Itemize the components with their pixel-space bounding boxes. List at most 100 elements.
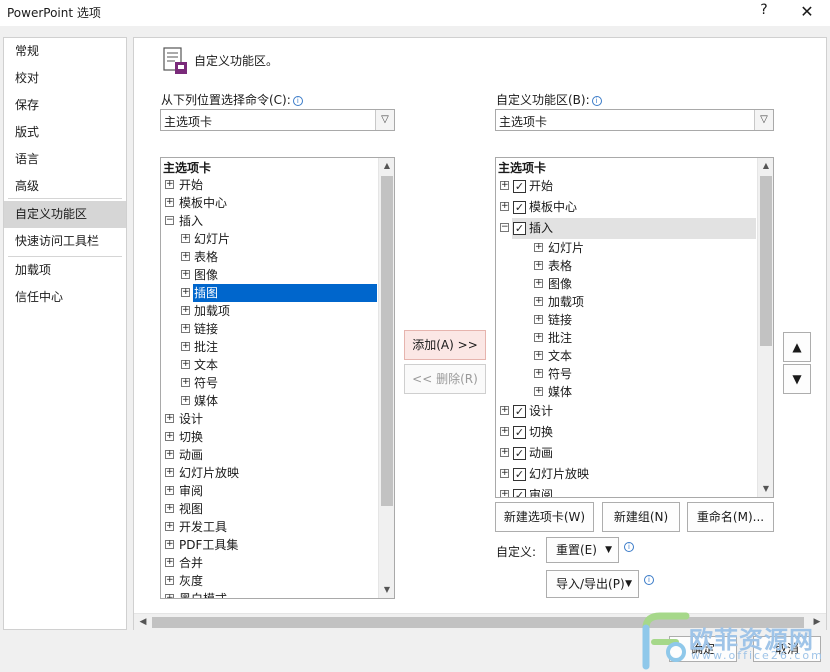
nav-item[interactable]: 信任中心 <box>4 284 126 311</box>
scroll-up-icon[interactable]: ▲ <box>758 158 773 174</box>
expand-icon[interactable]: + <box>181 342 190 351</box>
expand-icon[interactable]: + <box>534 296 543 306</box>
tree-item[interactable]: + ✓ 审阅 <box>496 485 756 497</box>
expand-icon[interactable]: + <box>534 368 543 378</box>
vertical-scrollbar[interactable]: ▲ ▼ <box>757 158 773 497</box>
scroll-down-icon[interactable]: ▼ <box>758 481 773 497</box>
checkbox[interactable]: ✓ <box>513 405 526 418</box>
tree-item[interactable]: + 视图 <box>161 500 377 518</box>
info-icon[interactable]: i <box>292 96 303 106</box>
move-up-button[interactable]: ▲ <box>783 332 811 362</box>
chevron-down-icon[interactable]: ▽ <box>754 110 773 130</box>
tree-item[interactable]: + 文本 <box>161 356 377 374</box>
tree-item[interactable]: + 图像 <box>161 266 377 284</box>
expand-icon[interactable]: + <box>165 414 174 423</box>
tree-item[interactable]: + ✓ 幻灯片放映 <box>496 464 756 485</box>
tree-item[interactable]: + 表格 <box>161 248 377 266</box>
expand-icon[interactable]: + <box>165 594 174 598</box>
expand-icon[interactable]: + <box>181 360 190 369</box>
commands-tree[interactable]: 主选项卡 + 开始 + 模板中心 − 插入 + 幻灯片 + 表格 + 图像 插图 + 加载项 + 链接 + 批注 + 文… <box>160 157 395 599</box>
expand-icon[interactable]: + <box>165 486 174 495</box>
expand-icon[interactable]: + <box>181 306 190 315</box>
tree-item[interactable]: + ✓ 动画 <box>496 443 756 464</box>
checkbox[interactable]: ✓ <box>513 447 526 460</box>
expand-icon[interactable]: + <box>165 576 174 585</box>
tree-item[interactable]: − 插入 <box>161 212 377 230</box>
expand-icon[interactable]: + <box>181 234 190 243</box>
expand-icon[interactable]: + <box>534 386 543 396</box>
expand-icon[interactable]: + <box>165 180 174 189</box>
expand-icon[interactable]: + <box>165 540 174 549</box>
help-button[interactable]: ? <box>757 2 771 18</box>
tree-item[interactable]: + 黑白模式 <box>161 590 377 598</box>
info-icon[interactable]: i <box>624 542 634 552</box>
tree-item[interactable]: + 设计 <box>161 410 377 428</box>
tree-item[interactable]: + 合并 <box>161 554 377 572</box>
rename-button[interactable]: 重命名(M)... <box>687 502 774 532</box>
tree-item[interactable]: + 幻灯片 <box>496 239 756 257</box>
expand-icon[interactable]: + <box>500 202 509 211</box>
collapse-icon[interactable]: − <box>165 216 174 225</box>
tree-item[interactable]: + 幻灯片放映 <box>161 464 377 482</box>
tree-item[interactable]: + 批注 <box>161 338 377 356</box>
tree-item[interactable]: 插图 <box>193 284 377 302</box>
expand-icon[interactable]: + <box>500 469 509 478</box>
tree-item[interactable]: + 链接 <box>496 311 756 329</box>
collapse-icon[interactable]: − <box>500 223 509 232</box>
tree-item[interactable]: + 审阅 <box>161 482 377 500</box>
move-down-button[interactable]: ▼ <box>783 364 811 394</box>
tree-item[interactable]: − ✓ 插入 <box>500 218 756 239</box>
expand-icon[interactable]: + <box>181 324 190 333</box>
expand-icon[interactable]: + <box>500 406 509 415</box>
tree-item[interactable]: + 媒体 <box>496 383 756 401</box>
expand-icon[interactable]: + <box>534 332 543 342</box>
scroll-up-icon[interactable]: ▲ <box>379 158 394 174</box>
checkbox[interactable]: ✓ <box>513 426 526 439</box>
expand-icon[interactable]: + <box>165 558 174 567</box>
import-export-dropdown-button[interactable]: 导入/导出(P) ▼ <box>546 570 639 598</box>
expand-icon[interactable]: + <box>165 450 174 459</box>
tree-item[interactable]: + 符号 <box>496 365 756 383</box>
tree-item[interactable]: + ✓ 切换 <box>496 422 756 443</box>
tree-item[interactable]: + ✓ 设计 <box>496 401 756 422</box>
nav-item[interactable]: 自定义功能区 <box>4 201 126 228</box>
tree-item[interactable]: + 加载项 <box>161 302 377 320</box>
expand-icon[interactable]: + <box>181 270 190 279</box>
checkbox[interactable]: ✓ <box>513 489 526 497</box>
nav-item[interactable]: 常规 <box>4 38 126 65</box>
new-tab-button[interactable]: 新建选项卡(W) <box>495 502 594 532</box>
expand-icon[interactable]: + <box>534 242 543 252</box>
checkbox[interactable]: ✓ <box>513 201 526 214</box>
nav-item[interactable]: 高级 <box>4 173 126 200</box>
checkbox[interactable]: ✓ <box>513 222 526 235</box>
checkbox[interactable]: ✓ <box>513 180 526 193</box>
expand-icon[interactable]: + <box>534 350 543 360</box>
tree-item[interactable]: + 开始 <box>161 176 377 194</box>
tree-item[interactable]: + 符号 <box>161 374 377 392</box>
tree-item[interactable]: + 开发工具 <box>161 518 377 536</box>
expand-icon[interactable]: + <box>165 468 174 477</box>
expand-icon[interactable]: + <box>181 288 190 297</box>
scrollbar-thumb[interactable] <box>760 176 772 346</box>
expand-icon[interactable]: + <box>165 432 174 441</box>
tree-item[interactable]: + 动画 <box>161 446 377 464</box>
expand-icon[interactable]: + <box>165 504 174 513</box>
nav-item[interactable]: 快速访问工具栏 <box>4 228 126 255</box>
tree-item[interactable]: + 模板中心 <box>161 194 377 212</box>
expand-icon[interactable]: + <box>181 252 190 261</box>
nav-item[interactable]: 加载项 <box>4 257 126 284</box>
nav-item[interactable]: 校对 <box>4 65 126 92</box>
scrollbar-thumb[interactable] <box>381 176 393 506</box>
scroll-left-icon[interactable]: ◀ <box>136 614 150 631</box>
info-icon[interactable]: i <box>644 575 654 585</box>
expand-icon[interactable]: + <box>500 427 509 436</box>
tree-item[interactable]: + ✓ 开始 <box>496 176 756 197</box>
tree-item[interactable]: + 文本 <box>496 347 756 365</box>
new-group-button[interactable]: 新建组(N) <box>602 502 680 532</box>
tree-item[interactable]: + 批注 <box>496 329 756 347</box>
tree-item[interactable]: + 幻灯片 <box>161 230 377 248</box>
expand-icon[interactable]: + <box>165 522 174 531</box>
tree-item[interactable]: + PDF工具集 <box>161 536 377 554</box>
nav-item[interactable]: 保存 <box>4 92 126 119</box>
tree-item[interactable]: + 灰度 <box>161 572 377 590</box>
